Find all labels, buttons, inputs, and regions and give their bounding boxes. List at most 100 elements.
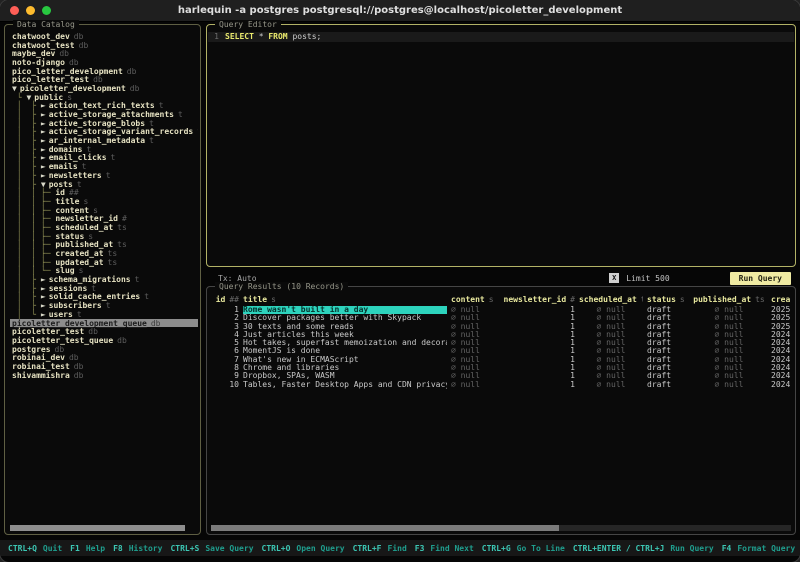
tree-item-ar_internal_metadata[interactable]: │ ├ ►ar_internal_metadatat [10, 136, 198, 145]
shortcut-run-query[interactable]: CTRL+ENTER / CTRL+JRun Query [573, 544, 714, 553]
cell-published_at[interactable]: ∅ null [691, 372, 767, 380]
cell-created[interactable]: 2024 [771, 381, 795, 389]
shortcut-find-next[interactable]: F3Find Next [415, 544, 474, 553]
column-header-newsletter_id[interactable]: newsletter_id# [501, 295, 575, 305]
cell-title[interactable]: What's new in ECMAScript [243, 356, 447, 364]
tree-item-shivammishra[interactable]: shivammishradb [10, 371, 198, 380]
cell-created[interactable]: 2025 [771, 314, 795, 322]
cell-published_at[interactable]: ∅ null [691, 306, 767, 314]
cell-published_at[interactable]: ∅ null [691, 323, 767, 331]
cell-scheduled_at[interactable]: ∅ null [579, 339, 643, 347]
shortcut-save-query[interactable]: CTRL+SSave Query [170, 544, 253, 553]
tree-item-picoletter_test_queue[interactable]: picoletter_test_queuedb [10, 336, 198, 345]
cell-published_at[interactable]: ∅ null [691, 381, 767, 389]
column-header-id[interactable]: id## [211, 295, 239, 305]
cell-status[interactable]: draft [647, 347, 687, 355]
cell-published_at[interactable]: ∅ null [691, 364, 767, 372]
cell-id[interactable]: 5 [211, 339, 239, 347]
column-header-published_at[interactable]: published_atts [691, 295, 767, 305]
cell-status[interactable]: draft [647, 364, 687, 372]
tree-item-slug[interactable]: │ │ └─ slugs [10, 267, 198, 276]
cell-title[interactable]: MomentJS is done [243, 347, 447, 355]
cell-content[interactable]: ∅ null [451, 364, 497, 372]
tree-item-chatwoot_dev[interactable]: chatwoot_devdb [10, 32, 198, 41]
cell-newsletter_id[interactable]: 1 [501, 306, 575, 314]
tree-item-subscribers[interactable]: │ ├ ►subscriberst [10, 301, 198, 310]
cell-newsletter_id[interactable]: 1 [501, 331, 575, 339]
result-row-3[interactable]: 330 texts and some reads∅ null1∅ nulldra… [207, 323, 795, 331]
scrollbar-thumb[interactable] [10, 525, 185, 531]
cell-status[interactable]: draft [647, 381, 687, 389]
tree-item-published_at[interactable]: │ │ ├─ published_atts [10, 241, 198, 250]
cell-created[interactable]: 2024 [771, 364, 795, 372]
cell-scheduled_at[interactable]: ∅ null [579, 372, 643, 380]
cell-id[interactable]: 4 [211, 331, 239, 339]
shortcut-open-query[interactable]: CTRL+OOpen Query [262, 544, 345, 553]
tree-item-users[interactable]: │ └ ►userst [10, 310, 198, 319]
shortcut-quit[interactable]: CTRL+QQuit [8, 544, 62, 553]
cell-status[interactable]: draft [647, 339, 687, 347]
cell-id[interactable]: 10 [211, 381, 239, 389]
cell-created[interactable]: 2024 [771, 372, 795, 380]
column-header-created[interactable]: crea [771, 295, 795, 305]
tree-item-id[interactable]: │ │ ├─ id## [10, 188, 198, 197]
cell-scheduled_at[interactable]: ∅ null [579, 323, 643, 331]
tree-item-scheduled_at[interactable]: │ │ ├─ scheduled_atts [10, 223, 198, 232]
tree-item-action_text_rich_texts[interactable]: │ ├ ►action_text_rich_textst [10, 102, 198, 111]
cell-id[interactable]: 8 [211, 364, 239, 372]
cell-created[interactable]: 2025 [771, 306, 795, 314]
shortcut-help[interactable]: F1Help [70, 544, 105, 553]
cell-content[interactable]: ∅ null [451, 339, 497, 347]
cell-scheduled_at[interactable]: ∅ null [579, 356, 643, 364]
cell-id[interactable]: 6 [211, 347, 239, 355]
column-header-content[interactable]: contents [451, 295, 497, 305]
cell-scheduled_at[interactable]: ∅ null [579, 314, 643, 322]
cell-scheduled_at[interactable]: ∅ null [579, 331, 643, 339]
cell-newsletter_id[interactable]: 1 [501, 356, 575, 364]
tree-item-emails[interactable]: │ ├ ►emailst [10, 162, 198, 171]
run-query-button[interactable]: Run Query [730, 272, 791, 285]
tree-item-newsletter_id[interactable]: │ │ ├─ newsletter_id# [10, 214, 198, 223]
cell-published_at[interactable]: ∅ null [691, 331, 767, 339]
cell-title[interactable]: Hot takes, superfast memoization and dec… [243, 339, 447, 347]
tree-item-robinai_test[interactable]: robinai_testdb [10, 362, 198, 371]
close-window-button[interactable] [10, 6, 19, 15]
shortcut-history[interactable]: F8History [113, 544, 162, 553]
cell-newsletter_id[interactable]: 1 [501, 314, 575, 322]
result-row-2[interactable]: 2Discover packages better with Skypack∅ … [207, 314, 795, 322]
result-row-7[interactable]: 7What's new in ECMAScript∅ null1∅ nulldr… [207, 356, 795, 364]
cell-newsletter_id[interactable]: 1 [501, 372, 575, 380]
shortcut-format-query[interactable]: F4Format Query [722, 544, 795, 553]
cell-created[interactable]: 2024 [771, 331, 795, 339]
cell-newsletter_id[interactable]: 1 [501, 347, 575, 355]
cell-created[interactable]: 2024 [771, 356, 795, 364]
cell-status[interactable]: draft [647, 356, 687, 364]
cell-scheduled_at[interactable]: ∅ null [579, 381, 643, 389]
cell-id[interactable]: 3 [211, 323, 239, 331]
result-row-5[interactable]: 5 Hot takes, superfast memoization and de… [207, 339, 795, 347]
cell-newsletter_id[interactable]: 1 [501, 381, 575, 389]
tree-item-picoletter_test[interactable]: picoletter_testdb [10, 327, 198, 336]
tree-item-email_clicks[interactable]: │ ├ ►email_clickst [10, 154, 198, 163]
cell-title[interactable]: Just articles this week [243, 331, 447, 339]
result-row-6[interactable]: 6MomentJS is done∅ null1∅ nulldraft∅ nul… [207, 347, 795, 355]
column-header-status[interactable]: statuss [647, 295, 687, 305]
cell-id[interactable]: 2 [211, 314, 239, 322]
result-row-4[interactable]: 4Just articles this week∅ null1∅ nulldra… [207, 331, 795, 339]
cell-created[interactable]: 2025 [771, 323, 795, 331]
tree-item-maybe_dev[interactable]: maybe_devdb [10, 49, 198, 58]
cell-content[interactable]: ∅ null [451, 347, 497, 355]
cell-scheduled_at[interactable]: ∅ null [579, 347, 643, 355]
cell-status[interactable]: draft [647, 372, 687, 380]
tree-item-active_storage_variant_records[interactable]: │ ├ ►active_storage_variant_recordst [10, 128, 198, 137]
query-editor-panel[interactable]: Query Editor 1 SELECT * FROM posts; [206, 24, 796, 267]
cell-created[interactable]: 2024 [771, 347, 795, 355]
cell-published_at[interactable]: ∅ null [691, 339, 767, 347]
tree-item-pico_letter_test[interactable]: pico_letter_testdb [10, 75, 198, 84]
result-row-9[interactable]: 9Dropbox, SPAs, WASM∅ null1∅ nulldraft∅ … [207, 372, 795, 380]
cell-published_at[interactable]: ∅ null [691, 314, 767, 322]
minimize-window-button[interactable] [26, 6, 35, 15]
shortcut-go-to-line[interactable]: CTRL+GGo To Line [482, 544, 565, 553]
cell-scheduled_at[interactable]: ∅ null [579, 306, 643, 314]
cell-content[interactable]: ∅ null [451, 314, 497, 322]
